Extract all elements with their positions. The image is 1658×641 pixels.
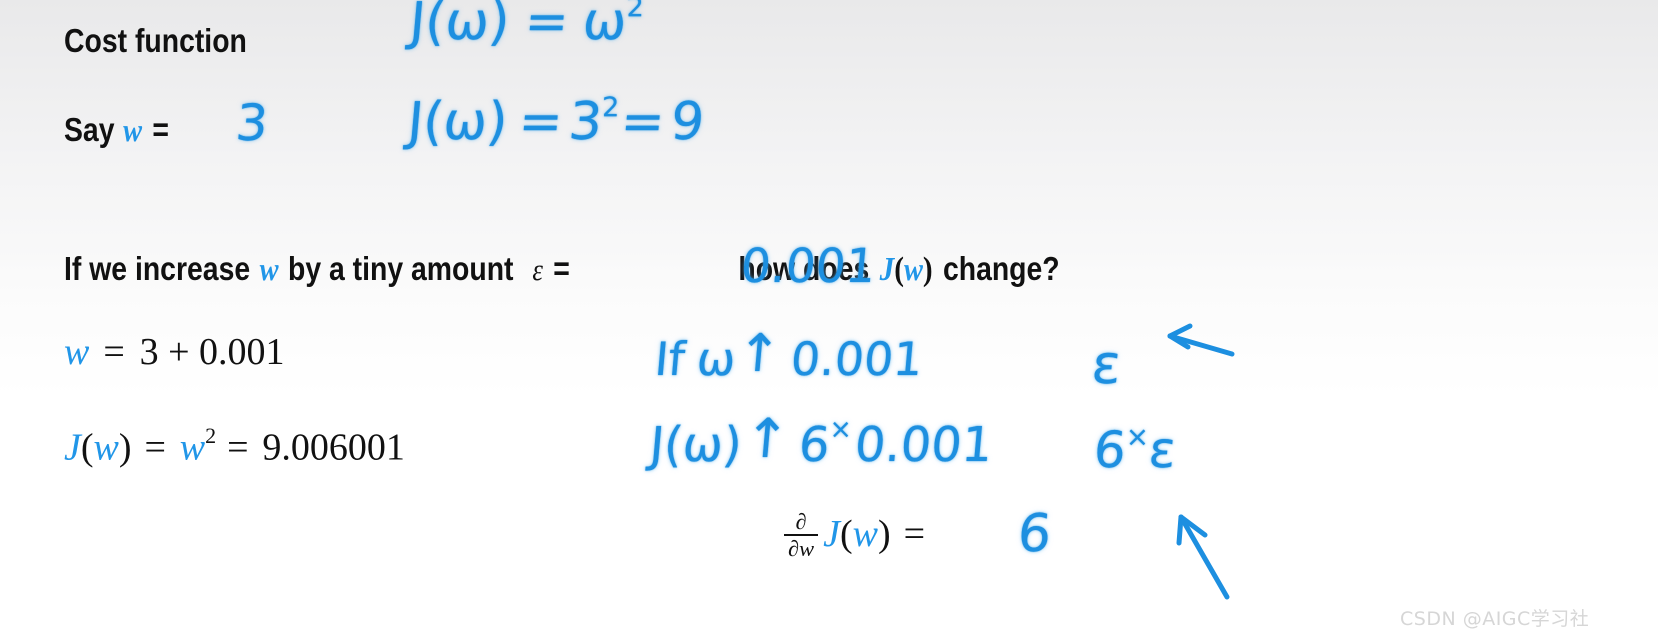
handwritten-say-value: 3	[233, 94, 271, 152]
derivative-paren-close: )	[877, 512, 891, 555]
equation-w-equals: =	[103, 331, 126, 373]
increase-variable-w: w	[259, 252, 279, 288]
equation-J-exponent: 2	[205, 423, 217, 449]
cost-function-label: Cost function	[64, 22, 247, 59]
handwritten-cost-formula: J(ω) = ω2	[407, 0, 644, 52]
say-prefix: Say	[64, 111, 115, 148]
handwritten-equals-3: =	[618, 92, 668, 152]
handwritten-equals-2: =	[516, 92, 566, 152]
derivative-paren-open: (	[839, 512, 853, 555]
handwritten-note-line-1: If ω↑ 0.001	[652, 324, 925, 386]
handwritten-J-of-w-3: J(ω)	[647, 417, 745, 473]
say-equals: =	[152, 111, 169, 148]
partial-derivative-fraction: ∂ ∂w	[784, 509, 819, 560]
derivative-equals: =	[903, 512, 926, 555]
equation-J-paren-close: )	[118, 426, 132, 469]
handwritten-exponent-2: 2	[626, 0, 644, 23]
handwritten-amount-1: 0.001	[788, 332, 925, 386]
derivative-J-symbol: J	[823, 512, 840, 555]
increase-question-line: If we increase w by a tiny amount ε = how doe…	[64, 252, 1060, 287]
csdn-watermark: CSDN @AIGC学习社	[1400, 608, 1590, 630]
handwritten-times-sign: ×	[829, 414, 852, 446]
handwritten-second-formula: J(ω) =32=9	[405, 92, 707, 152]
handwritten-equals: =	[522, 0, 572, 52]
handwritten-exponent-2b: 2	[602, 91, 620, 123]
equation-J-equals-2: =	[227, 426, 250, 469]
handwritten-times-sign-2: ×	[1125, 421, 1149, 454]
handwritten-epsilon-label: ε	[1089, 333, 1125, 396]
epsilon-equals: =	[553, 250, 570, 287]
handwritten-three: 3	[233, 94, 271, 152]
handwritten-result-9: 9	[668, 92, 707, 152]
increase-variable-w2: w	[903, 252, 923, 288]
equation-w-variable: w	[64, 331, 90, 373]
equation-w-value: 3 + 0.001	[139, 331, 285, 373]
equation-J-line: J(w) = w2 = 9.006001	[64, 425, 405, 469]
handwritten-coefficient-6: 6	[796, 417, 833, 473]
handwritten-if-text: If	[652, 332, 688, 386]
handwritten-J-of-w: J(ω)	[407, 0, 513, 52]
handwritten-up-arrow-2: ↑	[741, 407, 792, 470]
handwritten-J-of-w-2: J(ω)	[405, 92, 511, 152]
increase-J: J	[879, 251, 895, 288]
slide-canvas: Cost function J(ω) = ω2 Say w = 3 J(ω) =32=9 …	[0, 0, 1658, 641]
increase-text-1: If we increase	[64, 250, 251, 287]
equation-J-symbol: J	[64, 426, 81, 469]
say-w-label: Say w =	[64, 113, 169, 148]
handwritten-note-line-2: J(ω)↑6×0.001	[647, 407, 995, 473]
handwritten-epsilon-2: ε	[1146, 421, 1179, 479]
equation-derivative-line: ∂ ∂w J(w) =	[784, 509, 926, 561]
left-arrow-icon	[1167, 323, 1235, 357]
fraction-denominator: ∂w	[784, 534, 819, 560]
derivative-w: w	[852, 512, 878, 555]
handwritten-six-times-epsilon: 6×ε	[1091, 421, 1179, 479]
handwritten-0001: 0.001	[738, 239, 878, 294]
handwritten-up-arrow-1: ↑	[734, 324, 784, 384]
handwritten-amount-2: 0.001	[852, 417, 995, 473]
handwritten-derivative-answer: 6	[1015, 504, 1054, 564]
equation-J-equals-1: =	[144, 426, 167, 469]
equation-J-w-squared: w	[179, 426, 206, 469]
handwritten-epsilon-glyph: ε	[1089, 333, 1125, 396]
handwritten-omega-2: ω	[694, 332, 738, 386]
fraction-numerator: ∂	[795, 509, 807, 535]
epsilon-symbol: ε	[532, 252, 543, 287]
equation-J-value: 9.006001	[262, 426, 405, 469]
handwritten-six: 6	[1091, 421, 1129, 479]
handwritten-omega: ω	[580, 0, 630, 52]
increase-text-2: by a tiny amount	[288, 250, 514, 287]
handwritten-base-3: 3	[566, 92, 605, 152]
increase-paren-close: )	[922, 251, 933, 288]
increase-text-4: change?	[942, 250, 1060, 287]
equation-w-line: w = 3 + 0.001	[64, 333, 285, 371]
handwritten-answer-six: 6	[1015, 504, 1054, 564]
up-left-arrow-icon	[1176, 514, 1230, 600]
handwritten-epsilon-value: 0.001	[738, 239, 878, 294]
say-variable-w: w	[123, 113, 143, 149]
increase-paren-open: (	[894, 251, 904, 288]
equation-J-w: w	[93, 426, 119, 469]
equation-J-paren-open: (	[80, 426, 94, 469]
